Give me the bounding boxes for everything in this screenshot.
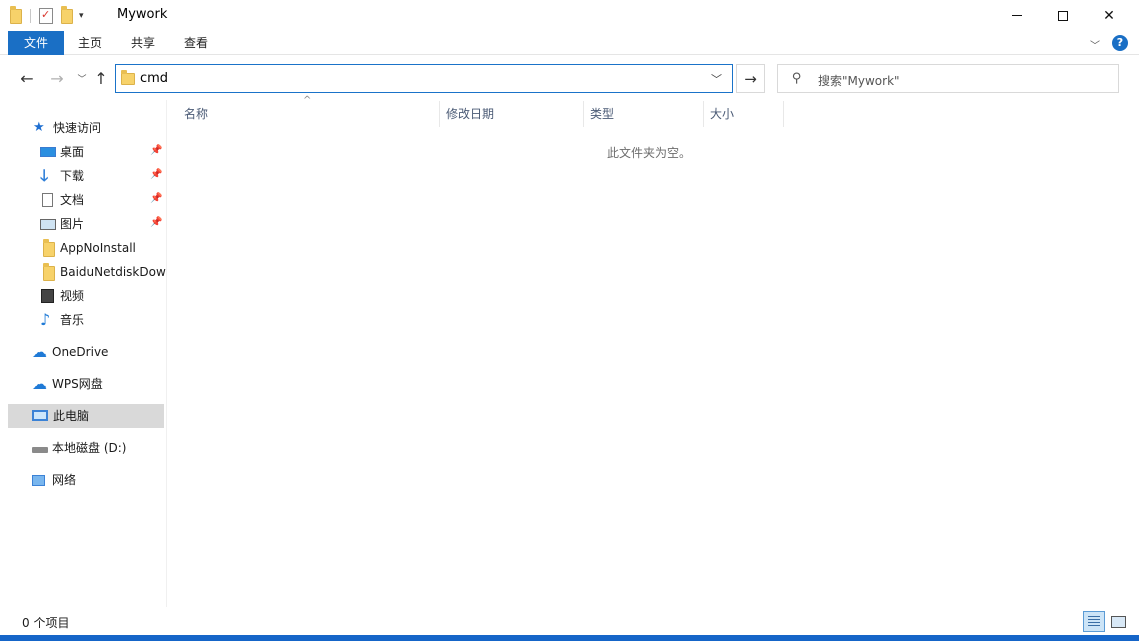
sidebar-item-label: OneDrive (52, 345, 109, 359)
navigation-pane: ★ 快速访问 桌面 📌 🡓 下载 📌 文档 📌 图片 📌 AppNoInstal… (0, 105, 166, 607)
forward-button[interactable]: → (47, 67, 67, 89)
sidebar-item-baidunetdisk[interactable]: BaiduNetdiskDow (40, 260, 166, 284)
pane-divider[interactable] (166, 100, 167, 607)
sidebar-item-drive-d[interactable]: 本地磁盘 (D:) (32, 436, 164, 460)
tab-share[interactable]: 共享 (118, 31, 168, 55)
pictures-icon (40, 219, 56, 230)
music-icon: ♪ (40, 310, 51, 329)
star-icon: ★ (33, 120, 45, 135)
sidebar-item-this-pc[interactable]: 此电脑 (8, 404, 164, 428)
tab-home[interactable]: 主页 (66, 31, 114, 55)
go-button[interactable]: → (736, 64, 765, 93)
item-count: 0 个项目 (22, 616, 70, 630)
desktop-background (0, 635, 1139, 641)
sidebar-item-documents[interactable]: 文档 (40, 188, 164, 212)
folder-icon (40, 239, 56, 257)
search-icon: ⚲ (792, 71, 802, 86)
customize-toolbar-dropdown[interactable]: ▾ (79, 11, 84, 21)
pin-icon: 📌 (150, 169, 163, 180)
sidebar-item-label: 快速访问 (53, 121, 102, 135)
sidebar-item-music[interactable]: ♪ 音乐 (40, 308, 164, 332)
document-icon (42, 193, 53, 207)
address-history-dropdown[interactable]: ﹀ (711, 71, 722, 87)
ribbon-tabs: 文件 主页 共享 查看 ﹀ ? (0, 31, 1139, 55)
column-header-type[interactable]: 类型 (584, 101, 703, 127)
sidebar-item-label: 图片 (60, 217, 85, 231)
search-input[interactable]: 搜索"Mywork" (818, 72, 900, 89)
sidebar-item-quick-access[interactable]: ★ 快速访问 (33, 116, 163, 140)
expand-ribbon-icon[interactable]: ﹀ (1090, 37, 1100, 52)
sidebar-item-pictures[interactable]: 图片 (40, 212, 164, 236)
column-divider[interactable] (783, 101, 784, 127)
back-button[interactable]: ← (17, 67, 37, 89)
maximize-icon (1058, 10, 1068, 21)
column-header-date[interactable]: 修改日期 (440, 101, 583, 127)
sidebar-item-label: AppNoInstall (60, 241, 136, 255)
window-title: Mywork (117, 7, 168, 22)
tab-view[interactable]: 查看 (172, 31, 220, 55)
download-icon: 🡓 (40, 166, 49, 185)
quick-access-toolbar: ▾ (10, 5, 84, 26)
title-bar: ▾ Mywork ✕ (0, 0, 1139, 31)
toolbar-divider (30, 9, 31, 23)
folder-icon (121, 70, 135, 85)
status-bar: 0 个项目 (0, 609, 1139, 635)
new-folder-icon[interactable] (61, 5, 73, 24)
close-button[interactable]: ✕ (1086, 0, 1132, 31)
sidebar-item-label: 视频 (60, 289, 85, 303)
sidebar-item-desktop[interactable]: 桌面 (40, 140, 164, 164)
sidebar-item-label: 音乐 (60, 313, 85, 327)
properties-icon[interactable] (39, 8, 53, 24)
folder-icon[interactable] (10, 5, 22, 24)
cloud-icon: ☁ (32, 343, 47, 361)
sidebar-item-wps[interactable]: ☁ WPS网盘 (32, 372, 164, 396)
close-icon: ✕ (1103, 7, 1115, 24)
sidebar-item-appnoinstall[interactable]: AppNoInstall (40, 236, 166, 260)
pin-icon: 📌 (150, 217, 163, 228)
sidebar-item-downloads[interactable]: 🡓 下载 (40, 164, 164, 188)
sidebar-item-network[interactable]: 网络 (32, 468, 164, 492)
recent-locations-dropdown[interactable]: ﹀ (72, 67, 92, 89)
tab-file[interactable]: 文件 (8, 31, 64, 55)
sidebar-item-label: 文档 (60, 193, 85, 207)
minimize-button[interactable] (994, 0, 1040, 31)
video-icon (41, 289, 54, 303)
sidebar-item-label: 此电脑 (53, 409, 90, 423)
pin-icon: 📌 (150, 193, 163, 204)
cloud-icon: ☁ (32, 375, 47, 393)
column-header-size[interactable]: 大小 (704, 101, 784, 127)
maximize-button[interactable] (1040, 0, 1086, 31)
details-view-icon[interactable] (1083, 611, 1105, 632)
up-button[interactable]: ↑ (91, 67, 111, 89)
folder-icon (40, 263, 56, 281)
empty-folder-message: 此文件夹为空。 (607, 146, 692, 160)
sidebar-item-onedrive[interactable]: ☁ OneDrive (32, 340, 164, 364)
desktop-icon (40, 147, 56, 157)
address-path[interactable]: cmd (140, 71, 168, 86)
explorer-window: ▾ Mywork ✕ 文件 主页 共享 查看 ﹀ ? ← → ﹀ ↑ cmd ﹀… (0, 0, 1139, 635)
sidebar-item-label: 本地磁盘 (D:) (52, 441, 127, 455)
sidebar-item-label: BaiduNetdiskDow (60, 265, 166, 279)
sidebar-item-videos[interactable]: 视频 (40, 284, 164, 308)
sidebar-item-label: 下载 (60, 169, 85, 183)
sidebar-item-label: WPS网盘 (52, 377, 103, 391)
search-box[interactable]: ⚲ 搜索"Mywork" (777, 64, 1119, 93)
address-bar[interactable]: cmd ﹀ (115, 64, 733, 93)
column-header-name[interactable]: 名称 (178, 101, 439, 127)
pin-icon: 📌 (150, 145, 163, 156)
sidebar-item-label: 网络 (52, 473, 77, 487)
help-icon[interactable]: ? (1112, 35, 1128, 51)
computer-icon (32, 410, 48, 421)
large-icons-view-icon[interactable] (1107, 611, 1129, 632)
drive-icon (32, 447, 48, 453)
minimize-icon (1012, 15, 1022, 16)
network-icon (32, 475, 45, 486)
sidebar-item-label: 桌面 (60, 145, 85, 159)
